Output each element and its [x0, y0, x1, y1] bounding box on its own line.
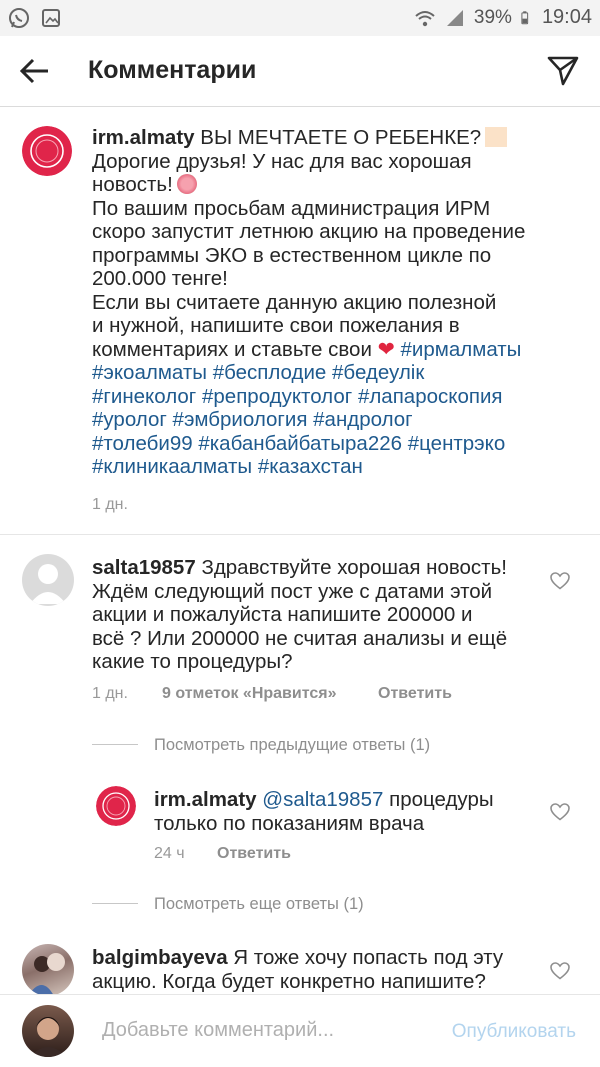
reply-label[interactable]: Ответить [378, 685, 452, 702]
reply-line: процедуры [389, 788, 494, 811]
hashtag[interactable]: #уролог [92, 408, 167, 431]
hashtag[interactable]: #бесплодие [213, 361, 327, 384]
hashtag[interactable]: #бедеулік [332, 361, 424, 384]
irm-logo-icon [22, 126, 72, 176]
rose-emoji-icon [176, 174, 197, 194]
post-author-avatar[interactable] [22, 126, 72, 176]
profile-photo-icon [30, 1017, 66, 1057]
caption-line: По вашим просьбам администрация ИРМ [92, 196, 491, 220]
caption-line: новость! [92, 173, 173, 196]
comment-input[interactable] [102, 1019, 422, 1042]
hashtag[interactable]: #гинеколог [92, 385, 196, 408]
reply-button[interactable]: Ответить [378, 685, 452, 703]
reply-label[interactable]: Ответить [217, 845, 291, 862]
caption-line: 200.000 тенге! [92, 267, 228, 290]
app-header: Комментарии [0, 36, 600, 107]
like-heart-icon[interactable] [550, 962, 570, 980]
status-bar: 39% 19:04 [0, 0, 600, 36]
comment-line: Здравствуйте хорошая новость! [201, 556, 507, 579]
clock: 19:04 [541, 6, 592, 28]
comment-line: акции и пожалуйста напишите 200000 и [92, 603, 473, 626]
hashtag[interactable]: #экоалматы [92, 361, 207, 384]
caption-line: ВЫ МЕЧТАЕТЕ О РЕБЕНКЕ? [200, 126, 482, 149]
caption-line: комментариях и ставьте свои [92, 337, 372, 361]
caption-line: и нужной, напишите свои пожелания в [92, 314, 460, 337]
reply-username[interactable]: irm.almaty [154, 788, 257, 811]
comment-username[interactable]: balgimbayeva [92, 946, 228, 969]
comment-line: Я тоже хочу попасть под эту [233, 946, 504, 969]
profile-photo-icon [28, 953, 65, 996]
reply-line: только по показаниям врача [154, 811, 425, 835]
comment-text: salta19857 Здравствуйте хорошая новость!… [92, 556, 532, 674]
direct-send-icon[interactable] [546, 53, 580, 87]
publish-button[interactable]: Опубликовать [452, 1021, 576, 1043]
back-arrow-icon[interactable] [18, 56, 52, 86]
comment-line: акцию. Когда будет конкретно напишите? [92, 969, 486, 993]
signal-icon [446, 9, 463, 26]
hashtag[interactable]: #андролог [313, 408, 413, 431]
comment-composer: Опубликовать [0, 994, 600, 1067]
comment-line: какие то процедуры? [92, 650, 293, 673]
separator [0, 534, 600, 535]
page-title: Комментарии [88, 56, 257, 84]
likes-count[interactable]: 9 отметок «Нравится» [162, 685, 336, 702]
caption-line: Дорогие друзья! У нас для вас хорошая [92, 149, 472, 173]
view-more-replies-link[interactable]: Посмотреть еще ответы (1) [154, 895, 364, 914]
hashtag[interactable]: #толеби99 [92, 432, 193, 455]
post-timestamp: 1 дн. [92, 496, 128, 513]
hashtag[interactable]: #клиникаалматы [92, 455, 252, 478]
current-user-avatar [22, 1005, 74, 1057]
likes-count-link[interactable]: 9 отметок «Нравится» [162, 685, 336, 703]
comment-line: всё ? Или 200000 не считая анализы и ещё [92, 626, 508, 650]
user-photo-avatar[interactable] [22, 944, 74, 996]
caption-line: программы ЭКО в естественном цикле по [92, 243, 492, 267]
red-heart-emoji-icon: ❤ [377, 337, 395, 361]
user-silhouette-icon [30, 564, 66, 604]
default-avatar[interactable] [22, 554, 74, 606]
comment-line: Ждём следующий пост уже с датами этой [92, 579, 493, 603]
battery-percent: 39% [473, 6, 512, 28]
irm-logo-icon [96, 786, 136, 826]
post-author-username[interactable]: irm.almaty [92, 126, 195, 149]
reply-button[interactable]: Ответить [217, 845, 291, 863]
comment-timestamp: 1 дн. [92, 685, 128, 702]
comment-text: balgimbayeva Я тоже хочу попасть под эту… [92, 946, 532, 993]
comment-username[interactable]: salta19857 [92, 556, 196, 579]
reply-timestamp: 24 ч [154, 845, 185, 862]
mention-link[interactable]: @salta19857 [262, 788, 383, 811]
hashtag[interactable]: #ирмалматы [401, 338, 522, 361]
hashtag[interactable]: #эмбриология [173, 408, 308, 431]
whatsapp-icon [9, 8, 29, 28]
emoji-placeholder-icon [485, 127, 508, 147]
reply-author-avatar[interactable] [96, 786, 136, 826]
battery-icon [521, 10, 529, 24]
view-previous-replies-link[interactable]: Посмотреть предыдущие ответы (1) [154, 736, 430, 755]
reply-text: irm.almaty @salta19857 процедуры только … [154, 788, 534, 835]
wifi-icon [415, 10, 435, 26]
hashtag[interactable]: #репродуктолог [202, 385, 352, 408]
hashtag[interactable]: #кабанбайбатыра226 [198, 432, 402, 455]
like-heart-icon[interactable] [550, 803, 570, 821]
thread-divider [92, 744, 138, 745]
hashtag[interactable]: #лапароскопия [358, 385, 503, 408]
caption-line: Если вы считаете данную акцию полезной [92, 290, 497, 314]
caption-line: скоро запустит летнюю акцию на проведени… [92, 220, 526, 243]
gallery-notification-icon [42, 9, 60, 27]
thread-divider [92, 903, 138, 904]
like-heart-icon[interactable] [550, 572, 570, 590]
hashtag[interactable]: #казахстан [258, 455, 363, 478]
post-caption: irm.almaty ВЫ МЕЧТАЕТЕ О РЕБЕНКЕ? Дороги… [92, 126, 582, 479]
hashtag[interactable]: #центрэко [408, 432, 506, 455]
